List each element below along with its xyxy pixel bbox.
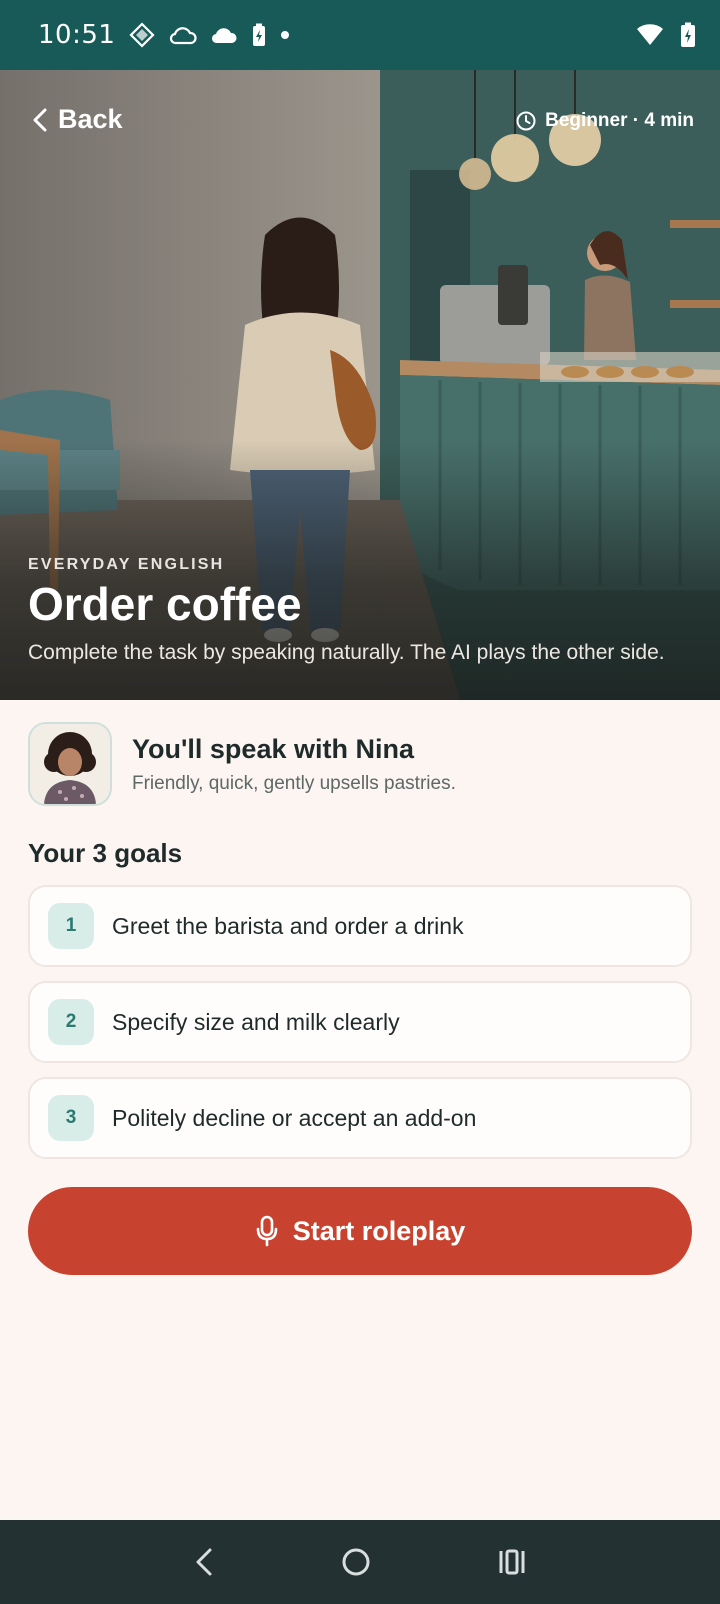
chevron-left-icon <box>33 108 47 131</box>
clock-icon <box>516 111 536 131</box>
goal-item: 3 Politely decline or accept an add-on <box>28 1077 692 1159</box>
goal-number-badge: 2 <box>48 999 94 1045</box>
nav-home-icon[interactable] <box>340 1546 372 1578</box>
partner-description: Friendly, quick, gently upsells pastries… <box>132 772 456 794</box>
battery-saver-icon <box>253 23 266 46</box>
goal-item: 1 Greet the barista and order a drink <box>28 885 692 967</box>
battery-charging-icon <box>681 22 695 47</box>
system-nav-bar <box>0 1520 720 1604</box>
goals-heading: Your 3 goals <box>28 838 183 868</box>
goal-text: Specify size and milk clearly <box>112 1008 400 1035</box>
nina-avatar-image <box>30 724 110 804</box>
goal-list: 1 Greet the barista and order a drink 2 … <box>28 885 692 1159</box>
signal-diamond-icon <box>129 22 155 48</box>
cloud-outline-icon <box>170 27 198 45</box>
hero-text: EVERYDAY ENGLISH Order coffee Complete t… <box>28 556 692 668</box>
hero-banner: Back Beginner · 4 min EVERYDAY ENGLISH O… <box>0 70 720 700</box>
microphone-icon <box>256 1215 278 1247</box>
category-eyebrow: EVERYDAY ENGLISH <box>28 556 225 574</box>
page-title: Order coffee <box>28 578 302 631</box>
status-icons-right <box>636 22 696 48</box>
cloud-icon <box>212 28 237 44</box>
status-time: 10:51 <box>38 20 116 50</box>
main-content: You'll speak with Nina Friendly, quick, … <box>0 700 720 1275</box>
goal-item: 2 Specify size and milk clearly <box>28 981 692 1063</box>
level-duration-badge: Beginner · 4 min <box>515 110 694 132</box>
avatar <box>28 722 112 806</box>
back-label: Back <box>58 104 123 134</box>
wifi-icon <box>637 24 663 45</box>
partner-title: You'll speak with Nina <box>132 733 414 764</box>
nav-recents-icon[interactable] <box>496 1546 528 1578</box>
goal-number-badge: 1 <box>48 903 94 949</box>
nav-back-icon[interactable] <box>192 1546 216 1578</box>
goal-number-badge: 3 <box>48 1095 94 1141</box>
status-icons-left <box>129 22 290 48</box>
conversation-partner: You'll speak with Nina Friendly, quick, … <box>28 722 692 806</box>
meta-label: Beginner · 4 min <box>545 110 694 131</box>
status-bar: 10:51 <box>0 0 720 70</box>
start-roleplay-label: Start roleplay <box>292 1215 466 1246</box>
notification-dot <box>281 31 290 39</box>
goal-text: Politely decline or accept an add-on <box>112 1104 477 1131</box>
back-button[interactable]: Back <box>32 104 123 135</box>
hero-subtitle: Complete the task by speaking naturally.… <box>28 641 665 664</box>
goal-text: Greet the barista and order a drink <box>112 912 464 939</box>
start-roleplay-button[interactable]: Start roleplay <box>28 1187 692 1275</box>
